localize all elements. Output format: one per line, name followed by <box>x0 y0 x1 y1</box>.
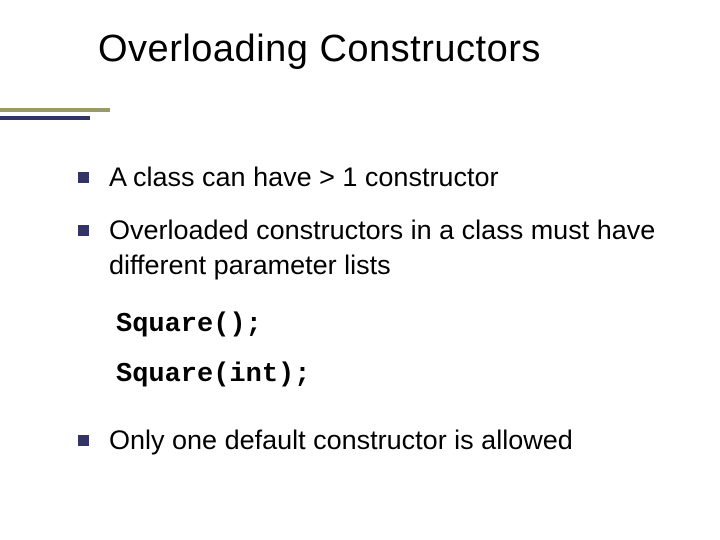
slide: Overloading Constructors A class can hav… <box>0 0 720 540</box>
square-bullet-icon <box>78 225 89 236</box>
bullet-text: Only one default constructor is allowed <box>109 423 573 458</box>
square-bullet-icon <box>78 435 89 446</box>
bullet-item: Overloaded constructors in a class must … <box>78 213 660 283</box>
square-bullet-icon <box>78 172 89 183</box>
code-line: Square(); <box>116 301 660 351</box>
bullet-text: Overloaded constructors in a class must … <box>109 213 660 283</box>
rule-bottom <box>0 116 90 120</box>
slide-title: Overloading Constructors <box>98 28 541 71</box>
content-area: A class can have > 1 constructor Overloa… <box>78 160 660 476</box>
code-block: Square(); Square(int); <box>116 301 660 401</box>
bullet-text: A class can have > 1 constructor <box>109 160 498 195</box>
rule-top <box>0 108 110 112</box>
bullet-item: A class can have > 1 constructor <box>78 160 660 195</box>
bullet-item: Only one default constructor is allowed <box>78 423 660 458</box>
code-line: Square(int); <box>116 351 660 401</box>
